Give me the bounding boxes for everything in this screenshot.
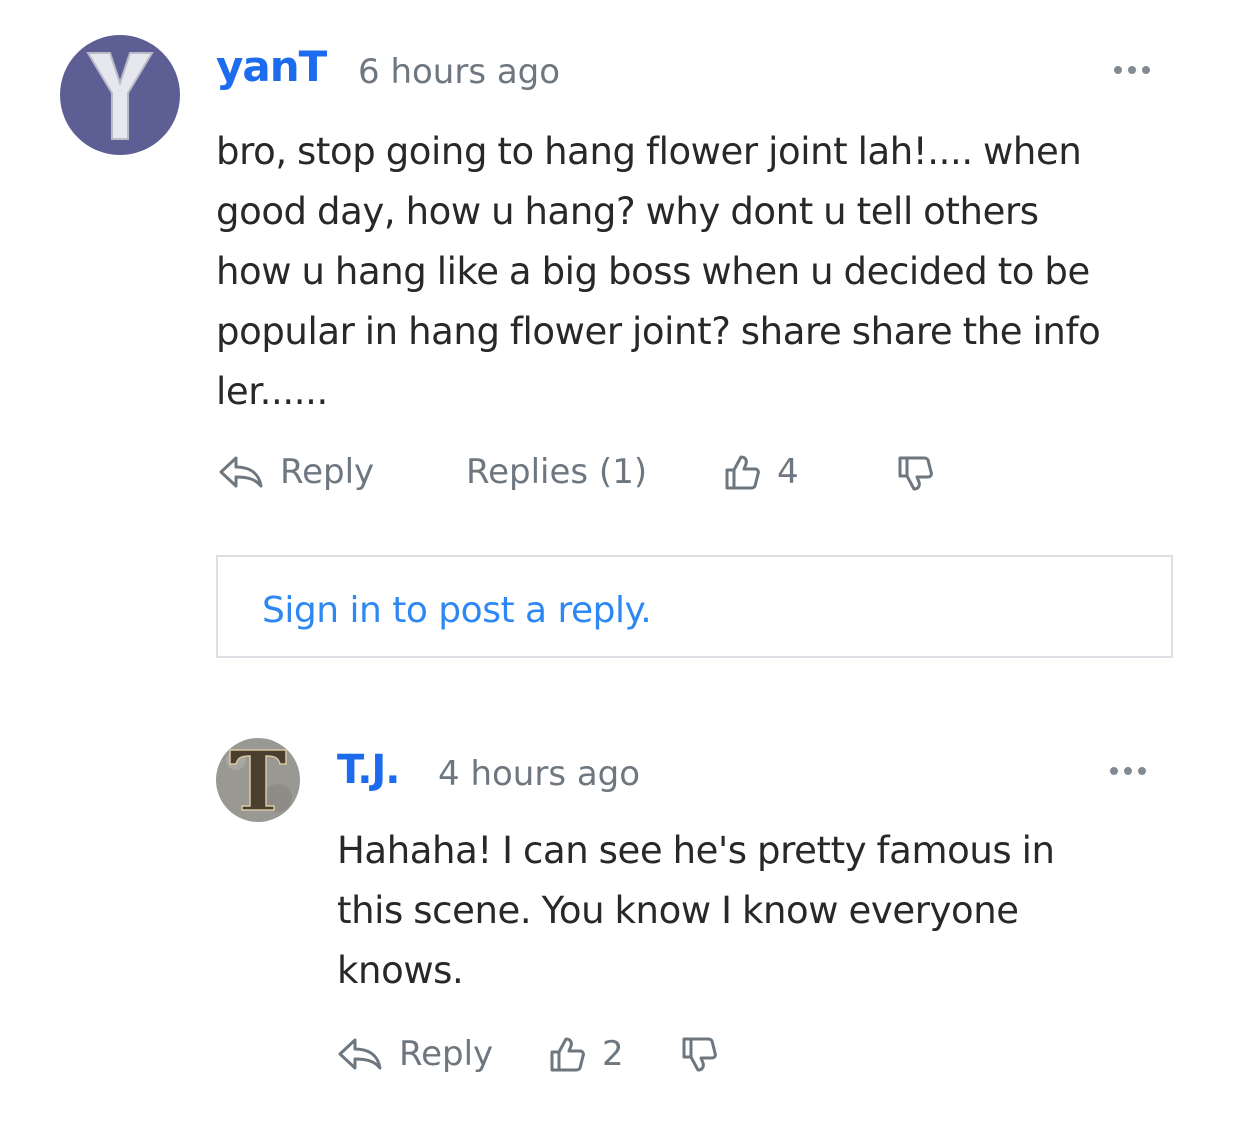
- reply-arrow-icon: [338, 1038, 382, 1070]
- comment-text-line: bro, stop going to hang flower joint lah…: [216, 130, 1082, 173]
- signin-box: Sign in to post a reply.: [216, 555, 1173, 658]
- comment-text: bro, stop going to hang flower joint lah…: [216, 122, 1196, 422]
- avatar[interactable]: [60, 35, 180, 155]
- comment-text-line: Hahaha! I can see he's pretty famous in: [337, 829, 1055, 872]
- comment-timestamp: 4 hours ago: [438, 754, 641, 794]
- reply-button[interactable]: Reply: [337, 1034, 493, 1074]
- comment-text-line: popular in hang flower joint? share shar…: [216, 310, 1101, 353]
- more-options-icon[interactable]: [1110, 767, 1146, 775]
- comment-author[interactable]: T.J.: [337, 747, 400, 793]
- thumbs-up-icon: [550, 1037, 585, 1072]
- reply-label: Reply: [280, 452, 375, 492]
- comment-text-line: knows.: [337, 949, 464, 992]
- comment-text-line: ler......: [216, 370, 328, 413]
- replies-button[interactable]: Replies (1): [466, 452, 647, 492]
- thumbs-down-icon: [898, 456, 933, 491]
- more-options-icon[interactable]: [1114, 66, 1150, 74]
- comment-text-line: this scene. You know I know everyone: [337, 889, 1019, 932]
- reply-label: Reply: [399, 1034, 494, 1074]
- like-button[interactable]: 2: [548, 1034, 624, 1074]
- reply-arrow-icon: [219, 456, 263, 488]
- comment-text: Hahaha! I can see he's pretty famous in …: [337, 821, 1197, 1001]
- thumbs-down-icon: [682, 1037, 717, 1072]
- replies-label: Replies (1): [466, 452, 648, 492]
- reply-button[interactable]: Reply: [218, 452, 374, 492]
- like-button[interactable]: 4: [723, 452, 799, 492]
- comment-author[interactable]: yanT: [216, 42, 327, 91]
- like-count: 2: [602, 1034, 624, 1074]
- avatar-image: [216, 738, 300, 822]
- avatar-image: [60, 35, 180, 155]
- dislike-button[interactable]: [680, 1036, 718, 1074]
- dislike-button[interactable]: [896, 455, 934, 493]
- comment-timestamp: 6 hours ago: [358, 52, 561, 92]
- signin-link[interactable]: Sign in to post a reply.: [262, 590, 652, 631]
- comment-text-line: good day, how u hang? why dont u tell ot…: [216, 190, 1039, 233]
- comment-text-line: how u hang like a big boss when u decide…: [216, 250, 1090, 293]
- like-count: 4: [777, 452, 799, 492]
- avatar[interactable]: [216, 738, 300, 822]
- thumbs-up-icon: [725, 455, 760, 490]
